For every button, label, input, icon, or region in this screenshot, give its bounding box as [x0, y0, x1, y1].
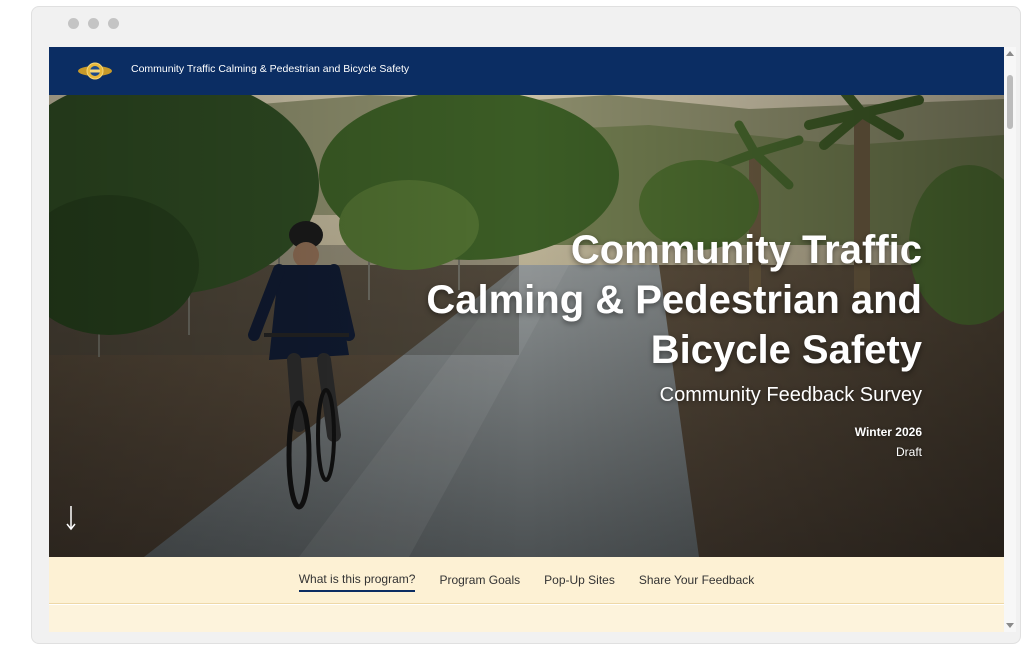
hero-banner: Community Traffic Calming & Pedestrian a…	[49, 95, 1004, 557]
content-area	[49, 605, 1004, 632]
agency-logo-icon[interactable]	[77, 61, 113, 81]
hero-season: Winter 2026	[854, 425, 922, 439]
hero-subtitle: Community Feedback Survey	[659, 384, 922, 406]
window-dot-3[interactable]	[108, 18, 119, 29]
scroll-down-icon[interactable]	[1006, 623, 1014, 628]
page-scrollbar[interactable]	[1004, 47, 1016, 632]
header-title[interactable]: Community Traffic Calming & Pedestrian a…	[131, 63, 409, 75]
scroll-thumb[interactable]	[1007, 75, 1013, 129]
hero-title: Community Traffic Calming & Pedestrian a…	[426, 228, 922, 372]
browser-window: Community Traffic Calming & Pedestrian a…	[31, 6, 1021, 644]
nav-link-pop-up-sites[interactable]: Pop-Up Sites	[544, 569, 615, 591]
arrow-down-icon[interactable]	[65, 505, 77, 531]
section-nav: What is this program? Program Goals Pop-…	[49, 557, 1004, 604]
site-header: Community Traffic Calming & Pedestrian a…	[49, 47, 1004, 95]
page-viewport: Community Traffic Calming & Pedestrian a…	[49, 47, 1004, 632]
nav-link-program-goals[interactable]: Program Goals	[439, 569, 520, 591]
window-dot-1[interactable]	[68, 18, 79, 29]
window-dot-2[interactable]	[88, 18, 99, 29]
hero-status-badge: Draft	[895, 445, 922, 459]
window-controls	[68, 18, 119, 29]
nav-link-share-your-feedback[interactable]: Share Your Feedback	[639, 569, 754, 591]
scroll-up-icon[interactable]	[1006, 51, 1014, 56]
nav-link-what-is-this-program[interactable]: What is this program?	[298, 568, 416, 592]
